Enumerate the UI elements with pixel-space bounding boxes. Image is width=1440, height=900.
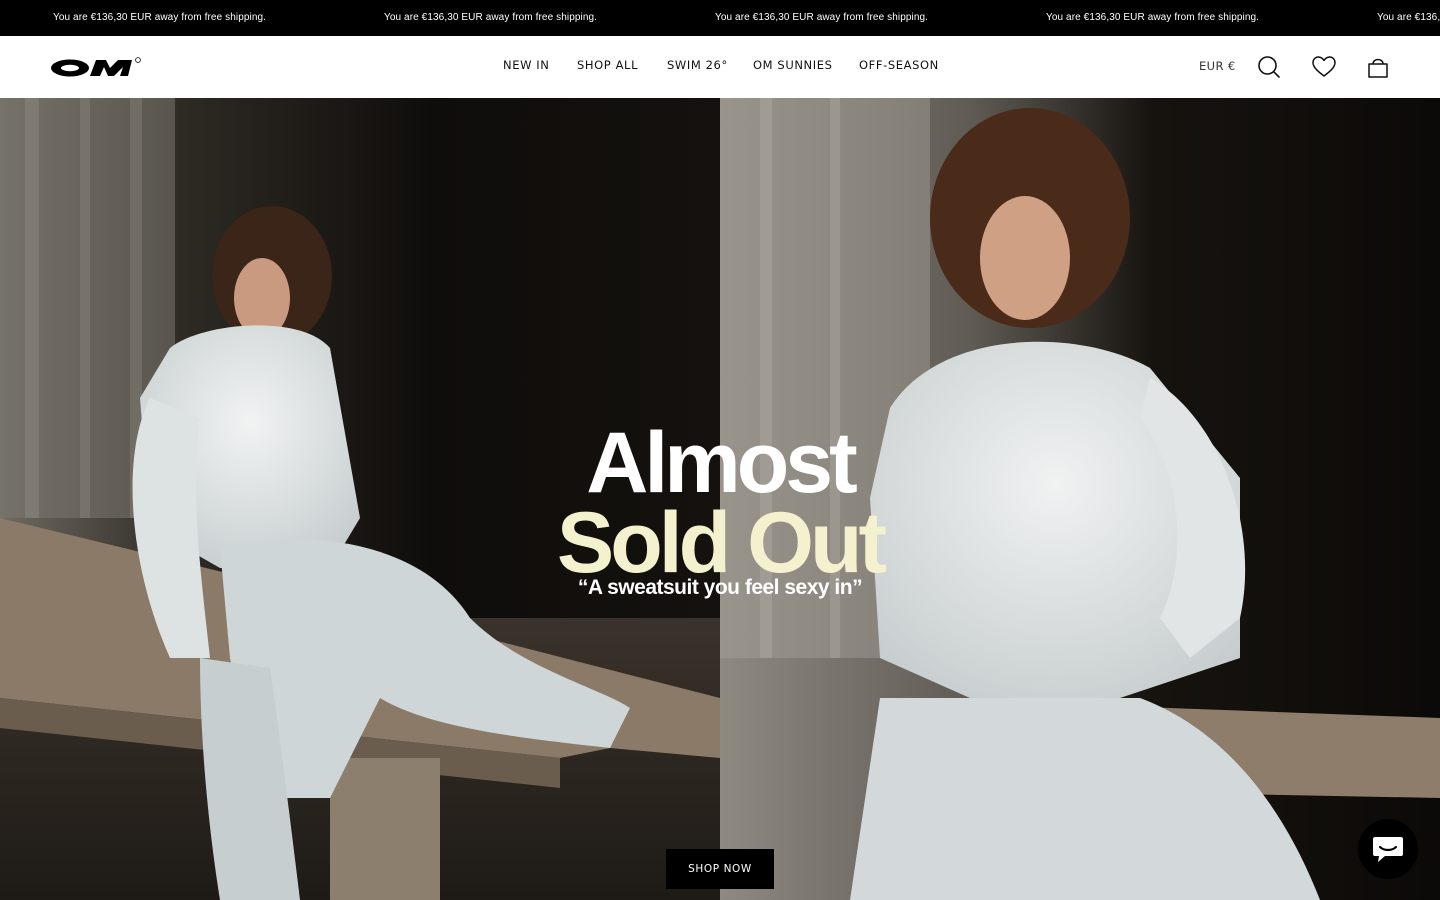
nav-new-in[interactable]: NEW IN bbox=[503, 58, 550, 72]
search-icon bbox=[1258, 56, 1280, 78]
announcement-message: You are €136,30 EUR away from free shipp… bbox=[715, 12, 929, 23]
announcement-message: You are €136,30 EUR away from free shipp… bbox=[1046, 12, 1260, 23]
chat-bubble-icon bbox=[1373, 837, 1403, 862]
bag-icon bbox=[1368, 58, 1388, 78]
nav-shop-all[interactable]: SHOP ALL bbox=[577, 58, 638, 72]
search-button[interactable] bbox=[1256, 54, 1282, 80]
shop-now-button[interactable]: SHOP NOW bbox=[666, 849, 774, 889]
nav-swim[interactable]: SWIM 26° bbox=[667, 58, 728, 72]
announcement-message: You are €136,3 bbox=[1377, 12, 1440, 23]
nav-off-season[interactable]: OFF-SEASON bbox=[859, 58, 939, 72]
cart-button[interactable] bbox=[1365, 54, 1391, 80]
hero-headline-line1: Almost bbox=[586, 415, 857, 511]
announcement-message: You are €136,30 EUR away from free shipp… bbox=[384, 12, 598, 23]
nav-om-sunnies[interactable]: OM SUNNIES bbox=[753, 58, 833, 72]
hero-banner: Almost Sold Out “A sweatsuit you feel se… bbox=[0, 98, 1440, 900]
site-header: NEW IN SHOP ALL SWIM 26° OM SUNNIES OFF-… bbox=[0, 36, 1440, 98]
wishlist-button[interactable] bbox=[1311, 54, 1337, 80]
announcement-bar: You are €136,30 EUR away from free shipp… bbox=[0, 0, 1440, 36]
chat-launcher-button[interactable] bbox=[1358, 819, 1418, 879]
currency-selector[interactable]: EUR € bbox=[1199, 59, 1236, 73]
announcement-message: You are €136,30 EUR away from free shipp… bbox=[53, 12, 267, 23]
hero-headline-line2: Sold Out bbox=[556, 495, 887, 591]
hero-quote: “A sweatsuit you feel sexy in” bbox=[577, 576, 863, 599]
heart-icon bbox=[1312, 56, 1336, 77]
